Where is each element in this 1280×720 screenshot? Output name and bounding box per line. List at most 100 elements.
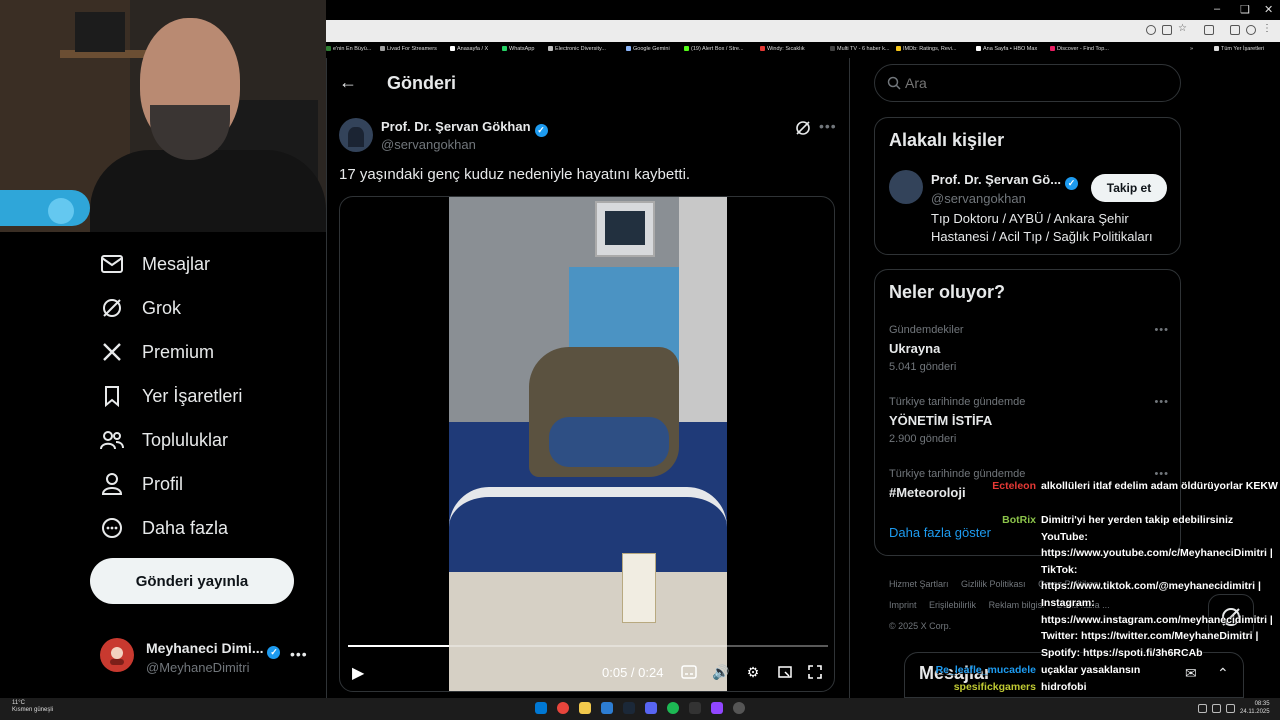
play-icon[interactable]: ▶	[352, 663, 364, 683]
bookmark-item[interactable]: Anasayfa / X	[450, 46, 488, 52]
settings-gear-icon[interactable]: ⚙	[744, 663, 762, 681]
more-horizontal-icon[interactable]: •••	[819, 118, 837, 134]
fullscreen-icon[interactable]	[806, 663, 824, 681]
bookmark-label: Electronic Diversity...	[555, 46, 606, 52]
nav-item-more[interactable]: Daha fazla	[100, 512, 228, 544]
bookmark-item[interactable]: Livad For Streamers	[380, 46, 437, 52]
nav-item-messages[interactable]: Mesajlar	[100, 248, 210, 280]
post-button[interactable]: Gönderi yayınla	[90, 558, 294, 604]
nav-item-profile[interactable]: Profil	[100, 468, 183, 500]
chrome-icon[interactable]	[557, 702, 569, 714]
minimize-icon[interactable]: –	[1214, 3, 1220, 15]
video-frame[interactable]	[449, 197, 727, 691]
search-input[interactable]	[903, 74, 1153, 92]
expand-icon[interactable]: ⌃	[1217, 665, 1229, 682]
app-icon[interactable]	[733, 702, 745, 714]
webcam-hoodie	[90, 150, 326, 232]
profile-icon[interactable]	[1246, 25, 1256, 35]
bookmark-item[interactable]: IMDb: Ratings, Revi...	[896, 46, 957, 52]
footer-link[interactable]: Erişilebilirlik	[929, 600, 976, 610]
reading-list-icon[interactable]	[1230, 25, 1240, 35]
post-text: 17 yaşındaki genç kuduz nedeniyle hayatı…	[339, 166, 691, 183]
store-icon[interactable]	[601, 702, 613, 714]
captions-icon[interactable]	[680, 663, 698, 681]
bookmark-favicon-icon	[896, 46, 901, 52]
steam-icon[interactable]	[623, 702, 635, 714]
bookmark-item[interactable]: (19) Alert Box / Stre...	[684, 46, 744, 52]
bookmark-label: Windy: Sıcaklık	[767, 46, 805, 52]
trend-item[interactable]: Gündemdekiler Ukrayna 5.041 gönderi •••	[889, 324, 1169, 373]
follow-button[interactable]: Takip et	[1091, 174, 1167, 202]
bookmark-favicon-icon	[1050, 46, 1055, 52]
communities-icon	[100, 428, 124, 452]
more-horizontal-icon[interactable]: •••	[1154, 396, 1169, 408]
bookmark-label: Multi TV - 6 haber k...	[837, 46, 890, 52]
author-name[interactable]: Prof. Dr. Şervan Gökhan ✓	[381, 119, 548, 137]
video-monitor-screen	[605, 211, 645, 245]
bookmarks-more-icon[interactable]: »	[1190, 46, 1193, 52]
back-arrow-icon[interactable]: ←	[339, 72, 357, 93]
chat-username: BotRix	[1002, 514, 1036, 526]
picture-in-picture-icon[interactable]	[776, 663, 794, 681]
related-name[interactable]: Prof. Dr. Şervan Gö... ✓	[931, 172, 1079, 190]
tray-battery-icon[interactable]	[1226, 704, 1235, 713]
footer-link[interactable]: Hizmet Şartları	[889, 579, 949, 589]
volume-icon[interactable]: 🔊	[712, 663, 730, 681]
discord-icon[interactable]	[645, 702, 657, 714]
grok-explain-icon[interactable]	[795, 120, 811, 141]
footer-link[interactable]: Imprint	[889, 600, 917, 610]
new-message-icon[interactable]: ✉	[1185, 665, 1197, 682]
zoom-icon[interactable]	[1146, 25, 1156, 35]
tray-network-icon[interactable]	[1198, 704, 1207, 713]
cast-icon[interactable]	[1162, 25, 1172, 35]
nav-item-grok[interactable]: Grok	[100, 292, 181, 324]
epic-games-icon[interactable]	[689, 702, 701, 714]
file-explorer-icon[interactable]	[579, 702, 591, 714]
star-icon[interactable]: ☆	[1178, 23, 1188, 34]
verified-badge-icon: ✓	[1065, 177, 1079, 190]
nav-item-communities[interactable]: Topluluklar	[100, 424, 228, 456]
author-avatar[interactable]	[339, 118, 373, 152]
bookmark-favicon-icon	[760, 46, 765, 52]
search-box[interactable]	[874, 64, 1181, 102]
nav-item-premium[interactable]: Premium	[100, 336, 214, 368]
clock[interactable]: 08:35 24.11.2025	[1240, 700, 1270, 716]
extensions-icon[interactable]	[1204, 25, 1214, 35]
bookmark-item[interactable]: Multi TV - 6 haber k...	[830, 46, 889, 52]
nav-item-bookmarks[interactable]: Yer İşaretleri	[100, 380, 242, 412]
bookmark-item[interactable]: e'nin En Büyü...	[326, 46, 371, 52]
bookmark-item[interactable]: Discover - Find Top...	[1050, 46, 1109, 52]
bookmark-item[interactable]: WhatsApp	[502, 46, 534, 52]
footer-link[interactable]: Reklam bilgisi	[989, 600, 1045, 610]
chat-message: alkollüleri itlaf edelim adam öldürüyorl…	[1041, 480, 1278, 492]
account-switcher[interactable]: Meyhaneci Dimi... ✓ @MeyhaneDimitri •••	[100, 632, 310, 682]
author-handle[interactable]: @servangokhan	[381, 137, 476, 152]
footer-link[interactable]: Gizlilik Politikası	[961, 579, 1026, 589]
more-horizontal-icon[interactable]: •••	[290, 646, 308, 662]
bookmark-label: Google Gemini	[633, 46, 670, 52]
spotify-icon[interactable]	[667, 702, 679, 714]
twitch-icon[interactable]	[711, 702, 723, 714]
trend-item[interactable]: Türkiye tarihinde gündemde YÖNETİM İSTİF…	[889, 396, 1169, 445]
related-avatar[interactable]	[889, 170, 923, 204]
video-player[interactable]: ▶ 0:05 / 0:24 🔊 ⚙	[339, 196, 835, 692]
video-progress-bar[interactable]	[348, 645, 828, 647]
show-more-link[interactable]: Daha fazla göster	[889, 525, 991, 540]
related-handle[interactable]: @servangokhan	[931, 191, 1026, 206]
bookmarks-folder[interactable]: Tüm Yer İşaretleri	[1214, 46, 1264, 52]
start-icon[interactable]	[535, 702, 547, 714]
restore-icon[interactable]: ❑	[1240, 3, 1250, 16]
bookmark-item[interactable]: Electronic Diversity...	[548, 46, 606, 52]
bookmark-item[interactable]: Windy: Sıcaklık	[760, 46, 805, 52]
chat-username: Ecteleon	[992, 480, 1036, 492]
close-icon[interactable]: ✕	[1264, 3, 1273, 16]
person-icon	[100, 472, 124, 496]
weather-widget[interactable]: 11°C Kısmen güneşli	[12, 700, 53, 714]
more-horizontal-icon[interactable]: •••	[1154, 324, 1169, 336]
video-patient-legs	[549, 417, 669, 467]
more-horizontal-icon[interactable]: •••	[1154, 468, 1169, 480]
bookmark-item[interactable]: Ana Sayfa • HBO Max	[976, 46, 1037, 52]
menu-icon[interactable]: ⋮	[1262, 23, 1272, 34]
bookmark-item[interactable]: Google Gemini	[626, 46, 670, 52]
tray-volume-icon[interactable]	[1212, 704, 1221, 713]
